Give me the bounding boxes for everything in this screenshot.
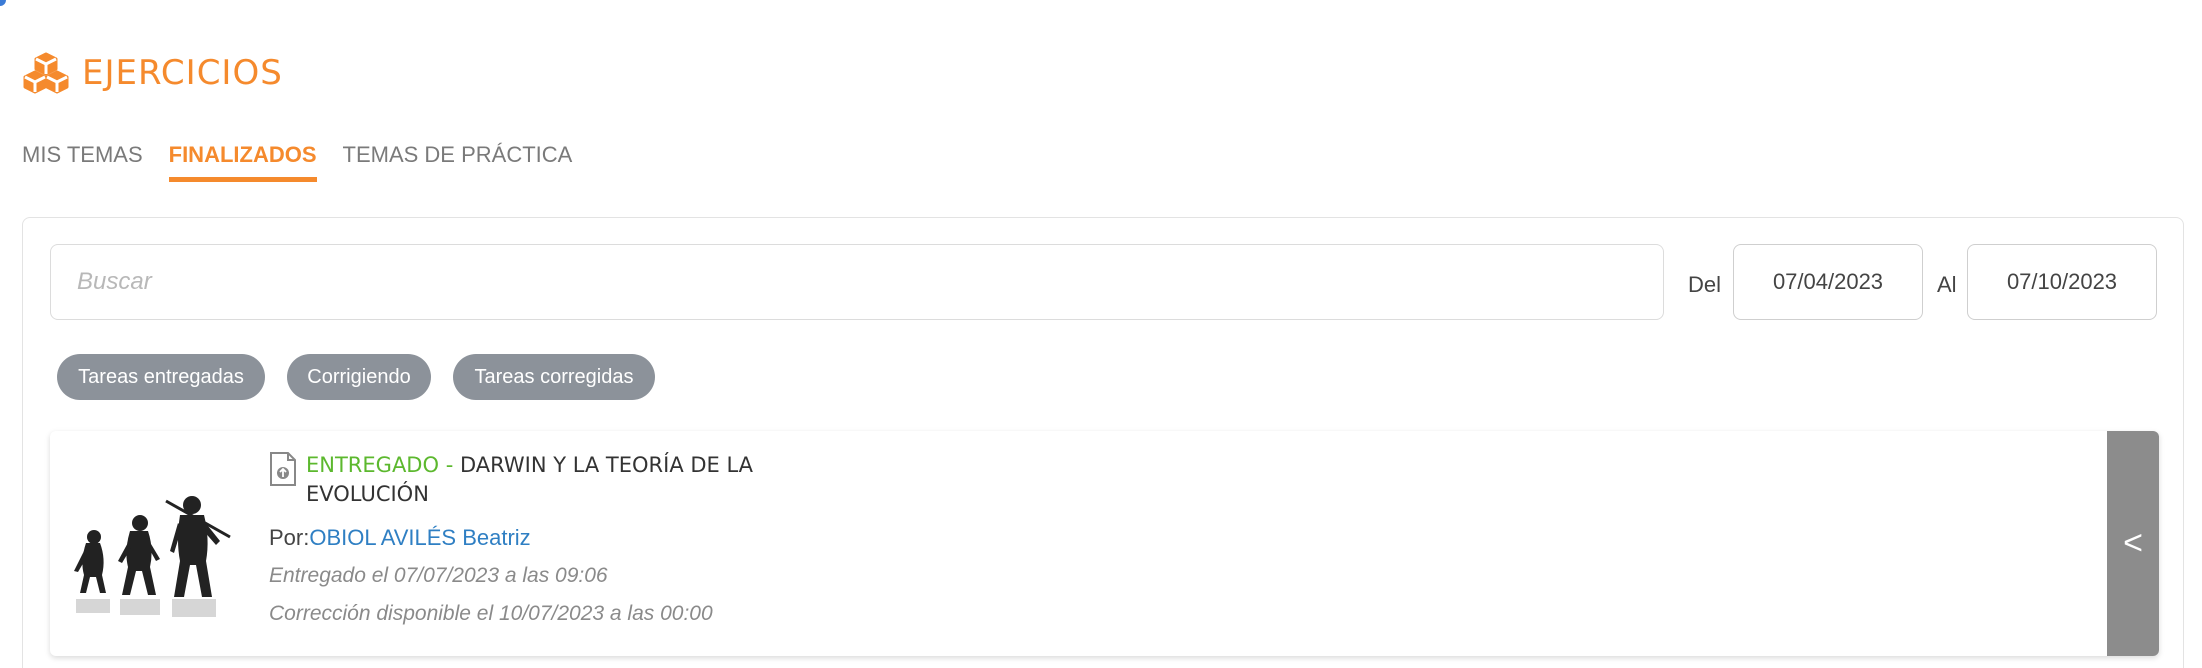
task-card[interactable]: ENTREGADO - DARWIN Y LA TEORÍA DE LA EVO… (50, 431, 2159, 656)
from-date-label: Del (1688, 272, 1722, 297)
chip-tareas-entregadas[interactable]: Tareas entregadas (57, 354, 265, 400)
tab-bar: MIS TEMAS FINALIZADOS TEMAS DE PRÁCTICA (22, 138, 598, 182)
window-corner-marker (0, 0, 6, 6)
search-input[interactable] (50, 244, 1664, 320)
tab-mis-temas[interactable]: MIS TEMAS (22, 138, 143, 182)
evolution-thumbnail (74, 496, 231, 617)
page-header: EJERCICIOS (22, 48, 283, 98)
cubes-icon (23, 52, 69, 94)
to-date-field[interactable]: 07/10/2023 (1967, 244, 2157, 320)
document-upload-icon (270, 452, 296, 486)
title-separator: - (439, 453, 460, 477)
tab-temas-de-practica[interactable]: TEMAS DE PRÁCTICA (343, 138, 573, 182)
chip-corrigiendo[interactable]: Corrigiendo (287, 354, 431, 400)
page-title: EJERCICIOS (82, 53, 283, 93)
chip-tareas-corregidas[interactable]: Tareas corregidas (453, 354, 655, 400)
author-name[interactable]: OBIOL AVILÉS Beatriz (309, 525, 530, 550)
card-expand-toggle[interactable]: < (2107, 431, 2159, 656)
results-panel: Del 07/04/2023 Al 07/10/2023 Tareas entr… (22, 217, 2184, 668)
from-date-field[interactable]: 07/04/2023 (1733, 244, 1923, 320)
task-author-line: Por:OBIOL AVILÉS Beatriz (269, 525, 531, 551)
delivered-text: Entregado el 07/07/2023 a las 09:06 (269, 564, 608, 587)
to-date-label: Al (1937, 272, 1957, 297)
author-label: Por: (269, 525, 310, 550)
task-title: ENTREGADO - DARWIN Y LA TEORÍA DE LA EVO… (306, 451, 776, 509)
task-status: ENTREGADO (306, 453, 440, 477)
correction-text: Corrección disponible el 10/07/2023 a la… (269, 602, 713, 625)
tab-finalizados[interactable]: FINALIZADOS (168, 138, 317, 182)
